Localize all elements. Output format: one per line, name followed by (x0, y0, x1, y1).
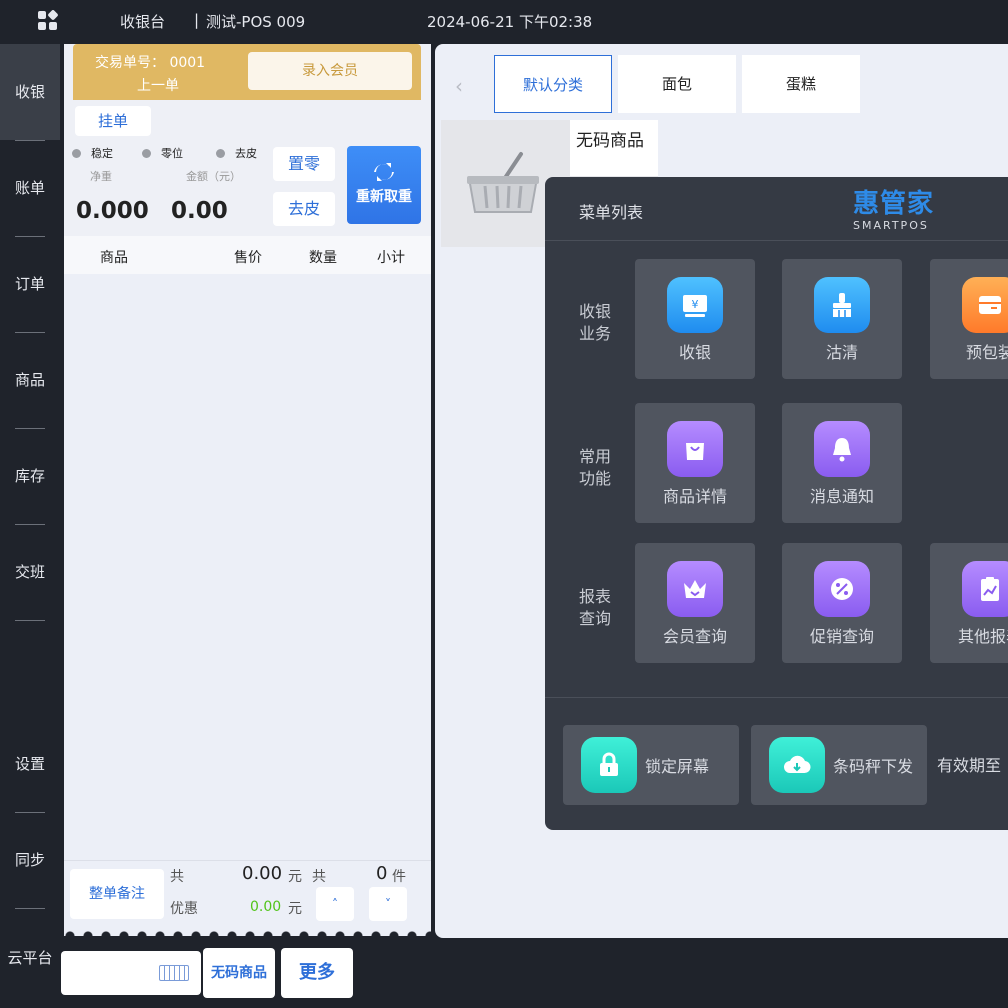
status-dot-icon (142, 149, 151, 158)
cart-panel: 交易单号： 0001 上一单 录入会员 挂单 稳定 零位 去皮 净重 金额（元）… (64, 44, 431, 936)
zero-button[interactable]: 置零 (273, 147, 335, 181)
bell-icon (814, 421, 870, 477)
ticket-header: 交易单号： 0001 上一单 录入会员 (73, 44, 421, 100)
nav-divider (15, 620, 45, 621)
menu-tile-notifications[interactable]: 消息通知 (782, 403, 902, 523)
net-weight-label: 净重 (90, 170, 112, 183)
app-grid-icon[interactable] (38, 9, 59, 31)
package-icon (962, 277, 1008, 333)
reweigh-button[interactable]: 重新取重 (347, 146, 421, 224)
scroll-up-button[interactable]: ˄ (316, 887, 354, 921)
tare-indicator: 去皮 (216, 145, 257, 161)
refresh-icon (374, 163, 394, 181)
reweigh-label: 重新取重 (356, 189, 412, 205)
nav-item-cloud[interactable]: 云平台 (0, 910, 60, 1006)
col-price: 售价 (234, 250, 262, 266)
menu-tile-other-reports[interactable]: 其他报表 (930, 543, 1008, 663)
enter-member-button[interactable]: 录入会员 (248, 52, 412, 90)
keyboard-icon[interactable] (159, 965, 189, 981)
crown-icon (667, 561, 723, 617)
net-weight-value: 0.000 (76, 198, 149, 224)
nav-item-bills[interactable]: 账单 (0, 140, 60, 236)
cart-table-header: 商品 售价 数量 小计 (64, 236, 431, 274)
count-unit: 件 (392, 869, 406, 885)
svg-text:¥: ¥ (692, 298, 699, 311)
menu-divider (545, 697, 1008, 698)
col-qty: 数量 (309, 250, 337, 266)
menu-tile-soldout[interactable]: 沽清 (782, 259, 902, 379)
section-label-reports: 报表查询 (579, 587, 612, 628)
barcode-input[interactable] (61, 951, 201, 995)
menu-tile-promotion-query[interactable]: 促销查询 (782, 543, 902, 663)
discount-amount: 0.00 (250, 899, 282, 915)
title-separator: | (194, 11, 200, 29)
lock-screen-button[interactable]: 锁定屏幕 (563, 725, 739, 805)
nav-item-inventory[interactable]: 库存 (0, 428, 60, 524)
cloud-download-icon (769, 737, 825, 793)
validity-text: 有效期至 (937, 756, 1002, 775)
hold-order-button[interactable]: 挂单 (75, 106, 151, 136)
basket-icon (467, 152, 539, 213)
status-dot-icon (216, 149, 225, 158)
count-label: 共 (312, 869, 326, 885)
section-label-cashier: 收银业务 (579, 302, 612, 343)
nav-item-shift[interactable]: 交班 (0, 524, 60, 620)
menu-divider (545, 240, 1008, 241)
goods-name: 无码商品 (570, 120, 658, 176)
category-tab-cake[interactable]: 蛋糕 (742, 55, 860, 113)
col-subtotal: 小计 (377, 250, 405, 266)
top-bar: 收银台 | 测试-POS 009 2024-06-21 下午02:38 (0, 0, 1008, 42)
clipboard-chart-icon (962, 561, 1008, 617)
item-count: 0 (376, 863, 388, 884)
stable-indicator: 稳定 (72, 145, 113, 161)
chevron-left-icon[interactable]: ‹ (455, 74, 463, 98)
discount-label: 优惠 (170, 901, 198, 917)
nav-item-settings[interactable]: 设置 (0, 716, 60, 812)
status-dot-icon (72, 149, 81, 158)
app-title: 收银台 (120, 13, 166, 31)
nav-item-goods[interactable]: 商品 (0, 332, 60, 428)
total-label: 共 (170, 869, 184, 885)
menu-tile-goods-detail[interactable]: 商品详情 (635, 403, 755, 523)
shopping-bag-icon (667, 421, 723, 477)
nav-item-orders[interactable]: 订单 (0, 236, 60, 332)
lock-icon (581, 737, 637, 793)
amount-value: 0.00 (171, 198, 228, 224)
cashier-icon: ¥ (667, 277, 723, 333)
category-tab-default[interactable]: 默认分类 (494, 55, 612, 113)
more-button[interactable]: 更多 (281, 948, 353, 998)
nav-divider (15, 908, 45, 909)
scroll-down-button[interactable]: ˅ (369, 887, 407, 921)
menu-tile-prepack[interactable]: 预包装 (930, 259, 1008, 379)
brand-logo: 惠管家 SMARTPOS (853, 189, 935, 232)
order-note-button[interactable]: 整单备注 (70, 869, 164, 919)
section-label-common: 常用功能 (579, 447, 612, 488)
device-name: 测试-POS 009 (206, 13, 306, 31)
tare-button[interactable]: 去皮 (273, 192, 335, 226)
nav-item-sync[interactable]: 同步 (0, 812, 60, 908)
menu-tile-member-query[interactable]: 会员查询 (635, 543, 755, 663)
total-unit: 元 (288, 869, 302, 885)
scale-download-button[interactable]: 条码秤下发 (751, 725, 927, 805)
receipt-edge (64, 926, 431, 936)
discount-icon (814, 561, 870, 617)
cart-list[interactable] (64, 274, 431, 860)
side-nav: 收银 账单 订单 商品 库存 交班 设置 同步 云平台 (0, 44, 60, 1008)
discount-unit: 元 (288, 901, 302, 917)
zero-indicator: 零位 (142, 145, 183, 161)
menu-title: 菜单列表 (579, 203, 644, 222)
menu-panel: 菜单列表 惠管家 SMARTPOS 收银业务 ¥ 收银 沽清 预包装 常用功能 … (545, 177, 1008, 830)
previous-order-link[interactable]: 上一单 (137, 75, 179, 95)
category-tab-bread[interactable]: 面包 (618, 55, 736, 113)
cart-footer: 整单备注 共 0.00 元 共 0 件 优惠 0.00 元 ˄ ˅ (64, 860, 431, 936)
menu-tile-cashier[interactable]: ¥ 收银 (635, 259, 755, 379)
nav-item-cashier[interactable]: 收银 (0, 44, 60, 140)
ticket-number: 交易单号： 0001 (95, 55, 206, 71)
broom-icon (814, 277, 870, 333)
amount-label: 金额（元） (186, 170, 241, 183)
total-amount: 0.00 (242, 863, 283, 884)
col-goods: 商品 (100, 250, 128, 266)
no-barcode-goods-button[interactable]: 无码商品 (203, 948, 275, 998)
datetime: 2024-06-21 下午02:38 (427, 13, 593, 31)
